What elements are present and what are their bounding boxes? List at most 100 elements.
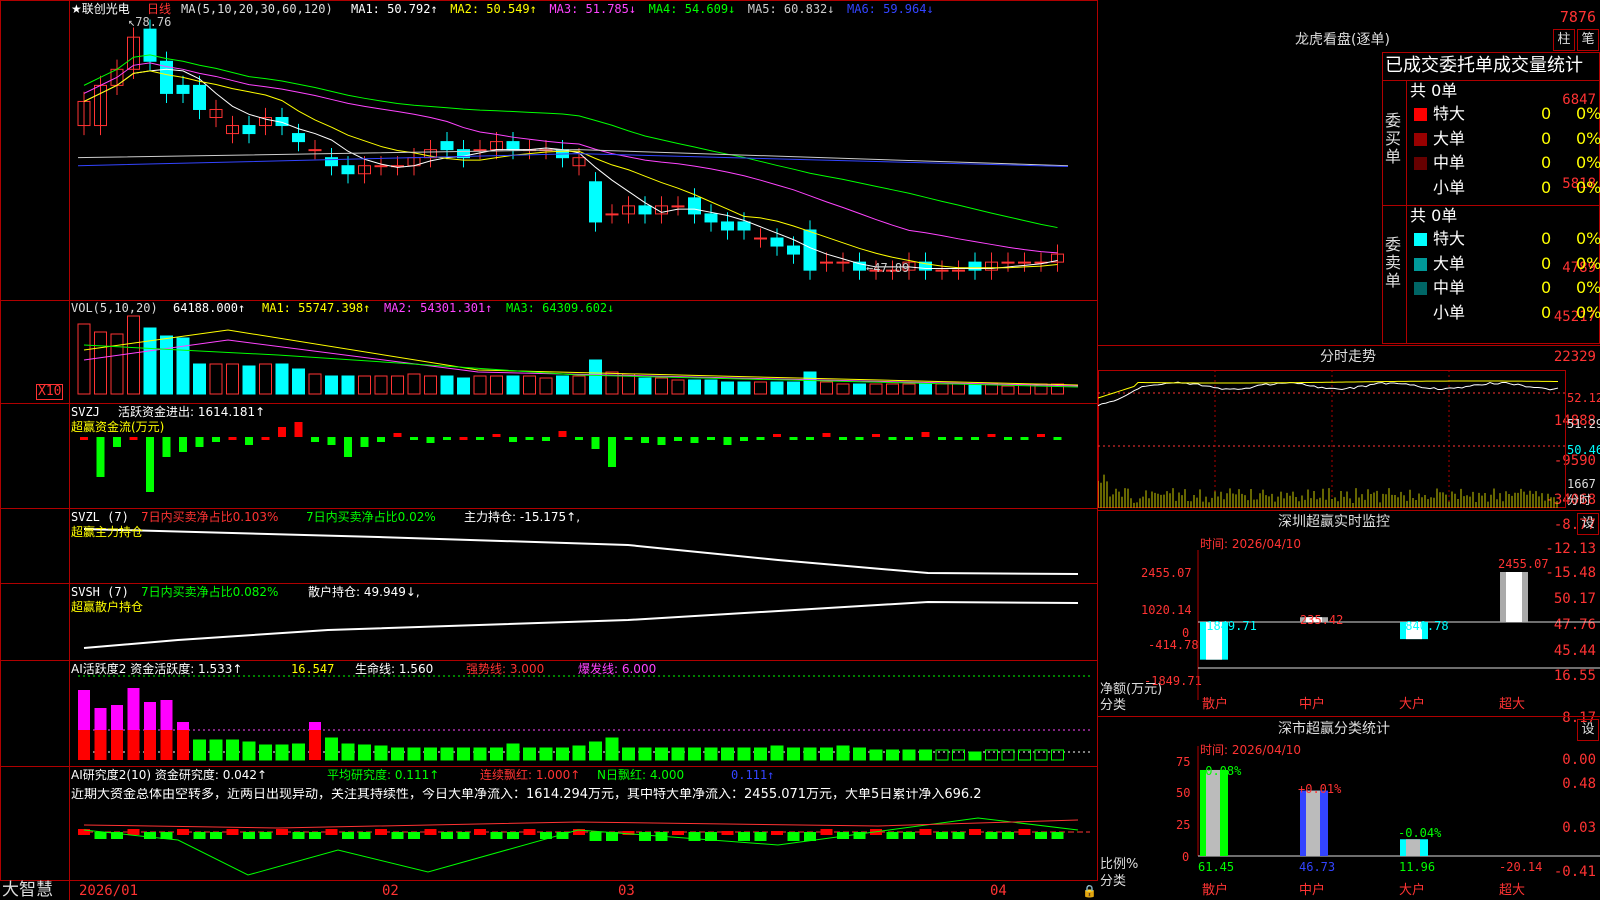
flow-bar bbox=[146, 437, 154, 492]
candle-body bbox=[804, 230, 816, 270]
vol-ma3 bbox=[84, 345, 1078, 387]
volume-bar bbox=[705, 380, 717, 394]
bar-mode-button[interactable]: 柱 bbox=[1553, 29, 1575, 51]
volume-bar bbox=[161, 336, 173, 394]
ma-value-3: MA4: 54.609↓ bbox=[649, 2, 736, 16]
flow-bar bbox=[460, 437, 468, 440]
volume-bar bbox=[837, 384, 849, 394]
volume-bar bbox=[210, 364, 222, 394]
flow-bar bbox=[955, 437, 963, 440]
candle-body bbox=[293, 134, 305, 142]
flow-bar bbox=[1054, 437, 1062, 440]
ai-bar-top bbox=[95, 708, 107, 730]
research-bar bbox=[722, 831, 734, 835]
flow-bar bbox=[922, 432, 930, 437]
candle-body bbox=[177, 85, 189, 93]
flow-bar bbox=[592, 437, 600, 449]
sz-cat-1: 中户 bbox=[1299, 698, 1325, 712]
flow-bar bbox=[542, 437, 550, 441]
tick-mode-button[interactable]: 笔 bbox=[1577, 29, 1599, 51]
volume-bar bbox=[111, 334, 123, 394]
ai-bar-top bbox=[144, 702, 156, 730]
flow-bar bbox=[245, 437, 253, 445]
retail-position-line bbox=[84, 602, 1078, 648]
volume-bar bbox=[458, 378, 470, 394]
volume-bar bbox=[194, 364, 206, 394]
flow-bar bbox=[295, 422, 303, 437]
flow-bar bbox=[262, 437, 270, 440]
candle-body bbox=[788, 246, 800, 254]
ai-bar bbox=[392, 748, 404, 760]
intraday-y1: 52.12 bbox=[1567, 391, 1600, 405]
flow-bar bbox=[97, 437, 105, 477]
research-bar bbox=[1035, 832, 1047, 839]
ai-bar bbox=[804, 748, 816, 760]
candle-body bbox=[590, 182, 602, 222]
ai-bar-base bbox=[309, 730, 321, 760]
vol-ma-value-0: MA1: 55747.398↑ bbox=[262, 301, 370, 315]
flow-bar bbox=[674, 437, 682, 441]
row-name: 特大 bbox=[1433, 228, 1465, 250]
volume-bar bbox=[969, 384, 981, 394]
ai-bar bbox=[524, 748, 536, 760]
volume-bar bbox=[144, 328, 156, 394]
flow-bar bbox=[328, 437, 336, 445]
svsh-title: 超赢散户持仓 bbox=[71, 600, 143, 614]
research-bar bbox=[441, 832, 453, 839]
research-bar bbox=[243, 832, 255, 839]
research-bar bbox=[590, 832, 602, 841]
ai-bar bbox=[755, 748, 767, 760]
ai2-t1: AI研究度2(10) 资金研究度: 0.042↑ bbox=[71, 768, 267, 782]
sz-cat-2: 大户 bbox=[1399, 698, 1425, 712]
flow-bar bbox=[872, 434, 880, 437]
flow-bar bbox=[196, 437, 204, 447]
kline-chart[interactable] bbox=[0, 0, 1098, 900]
candle-body bbox=[837, 262, 849, 263]
ai-bar bbox=[854, 748, 866, 760]
research-bar bbox=[507, 832, 519, 839]
ai-bar bbox=[1035, 750, 1047, 760]
research-bar bbox=[953, 832, 965, 839]
svsh-t1: 7日内买卖净占比0.082% bbox=[141, 585, 278, 599]
candle-body bbox=[375, 166, 387, 167]
research-bar bbox=[738, 832, 750, 841]
ai-bar bbox=[920, 750, 932, 760]
cls-val-1: 46.73 bbox=[1299, 860, 1335, 874]
period-label[interactable]: 日线 bbox=[147, 2, 171, 16]
svzl-title: 超赢主力持仓 bbox=[71, 525, 143, 539]
ai-bar bbox=[507, 744, 519, 760]
research-bar bbox=[788, 832, 800, 841]
flow-bar bbox=[839, 437, 847, 440]
lock-icon[interactable]: 🔒 bbox=[1082, 884, 1097, 898]
ma-line bbox=[84, 69, 1058, 268]
ai-bar bbox=[689, 748, 701, 760]
candle-body bbox=[936, 270, 948, 271]
research-bar bbox=[260, 832, 272, 839]
volume-bar bbox=[771, 382, 783, 394]
volume-bar bbox=[656, 378, 668, 394]
flow-bar bbox=[757, 437, 765, 440]
lhkp-title: 龙虎看盘(逐单) bbox=[1295, 33, 1390, 47]
flow-bar bbox=[559, 431, 567, 437]
cls-pct-0: -0.08% bbox=[1198, 764, 1241, 778]
flow-bar bbox=[641, 437, 649, 443]
stock-name: ★联创光电 bbox=[71, 2, 130, 16]
row-name: 小单 bbox=[1433, 177, 1465, 199]
ai-bar bbox=[887, 750, 899, 760]
ai-bar bbox=[771, 746, 783, 760]
volume-bar bbox=[408, 374, 420, 394]
svsh-t2: 散户持仓: 49.949↓, bbox=[308, 585, 420, 599]
candle-body bbox=[342, 166, 354, 174]
sz-val-big: -840.78 bbox=[1398, 619, 1449, 633]
research-bar bbox=[474, 829, 486, 835]
volume-bar bbox=[573, 376, 585, 394]
ma-value-2: MA3: 51.785↓ bbox=[549, 2, 636, 16]
intraday-plot[interactable] bbox=[1098, 370, 1566, 508]
flow-bar bbox=[691, 437, 699, 443]
intra-price-line bbox=[1098, 382, 1558, 406]
cls-val-3: -20.14 bbox=[1499, 860, 1542, 874]
row-count: 0 bbox=[1541, 228, 1551, 250]
research-bar bbox=[936, 832, 948, 839]
vol-value: 64188.000↑ bbox=[173, 301, 245, 315]
research-bar bbox=[524, 829, 536, 835]
